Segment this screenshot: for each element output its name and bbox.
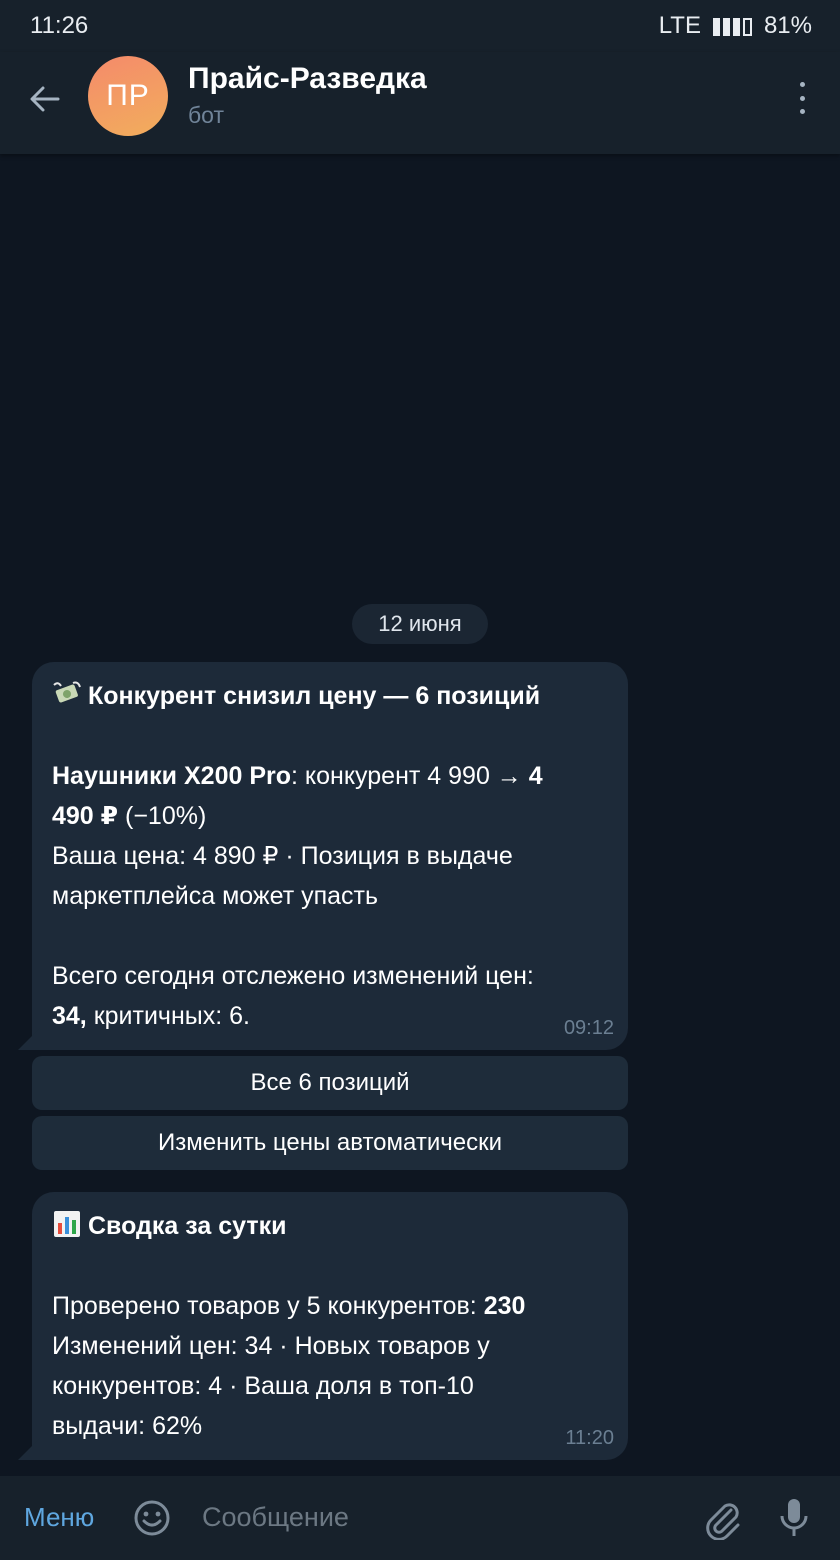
date-separator: 12 июня (352, 604, 488, 644)
more-options-button[interactable] (792, 82, 812, 114)
message-line: 490 ₽ (−10%) (52, 802, 207, 830)
message-line: маркетплейса может упасть (52, 882, 379, 910)
bar-chart-icon (54, 1211, 80, 1237)
message-time: 09:12 (563, 1017, 614, 1039)
microphone-icon[interactable] (776, 1496, 812, 1540)
chat-title[interactable]: Прайс-Разведка (188, 62, 427, 96)
inline-button-all-positions[interactable]: Все 6 позиций (32, 1056, 628, 1110)
arrow-left-icon (30, 86, 60, 112)
message-line: конкурентов: 4 · Ваша доля в топ-10 (52, 1372, 474, 1400)
message-line: 34, критичных: 6. (52, 1002, 250, 1030)
message-line: Всего сегодня отслежено изменений цен: (52, 962, 534, 990)
status-indicators: LTE 81% (659, 12, 812, 40)
inline-button-auto-reprice[interactable]: Изменить цены автоматически (32, 1116, 628, 1170)
message-title: Конкурент снизил цену — 6 позиций (52, 676, 608, 716)
message-bubble[interactable]: Конкурент снизил цену — 6 позиций Наушни… (32, 662, 628, 1050)
paperclip-icon[interactable] (700, 1496, 744, 1540)
status-time: 11:26 (30, 12, 89, 39)
emoji-icon[interactable] (132, 1498, 172, 1538)
message-line: Проверено товаров у 5 конкурентов: 230 (52, 1292, 526, 1320)
message-line: Ваша цена: 4 890 ₽ · Позиция в выдаче (52, 842, 513, 870)
message-title: Сводка за сутки (52, 1206, 608, 1246)
message-bubble[interactable]: Сводка за сутки Проверено товаров у 5 ко… (32, 1192, 628, 1460)
money-with-wings-icon (53, 681, 81, 703)
chat-subtitle: бот (188, 102, 224, 128)
avatar[interactable]: ПР (88, 56, 168, 136)
chat-header: ПР Прайс-Разведка бот (0, 52, 840, 154)
dot-icon (799, 109, 805, 114)
message-line: Наушники X200 Pro: конкурент 4 990 → 4 (52, 762, 543, 790)
message-line: Изменений цен: 34 · Новых товаров у (52, 1332, 490, 1360)
message-input-bar: Меню Сообщение (0, 1476, 840, 1560)
message-time: 11:20 (565, 1427, 614, 1449)
network-type: LTE (658, 12, 701, 39)
message-input[interactable]: Сообщение (202, 1502, 349, 1533)
message-line: выдачи: 62% (52, 1412, 203, 1440)
menu-button[interactable]: Меню (24, 1502, 94, 1533)
status-bar: 11:26 LTE 81% (0, 0, 840, 52)
battery-level: 81% (763, 12, 812, 39)
dot-icon (799, 95, 805, 101)
signal-icon (712, 16, 752, 36)
back-button[interactable] (22, 76, 68, 122)
dot-icon (799, 82, 805, 87)
